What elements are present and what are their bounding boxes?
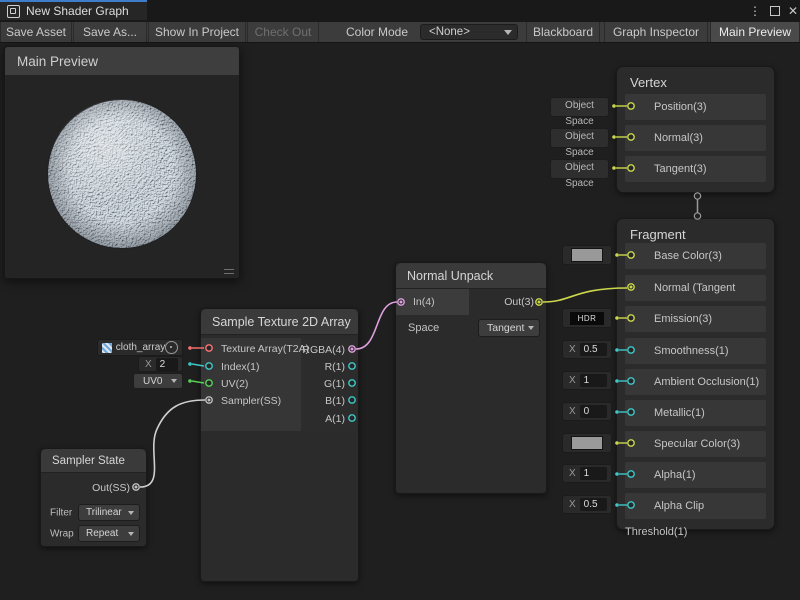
base-color-field[interactable] [562, 245, 612, 265]
input-label: Sampler(SS) [221, 395, 281, 407]
tab-new-shader-graph[interactable]: New Shader Graph [0, 0, 147, 20]
input-label: UV(2) [221, 378, 248, 390]
toolbar: Save Asset Save As... Show In Project Ch… [0, 22, 800, 43]
wrap-dropdown[interactable]: Repeat [78, 525, 140, 542]
filter-dropdown[interactable]: Trilinear [78, 504, 140, 521]
color-swatch[interactable] [571, 436, 603, 450]
node-title: Normal Unpack [396, 263, 546, 289]
uv-channel-dropdown[interactable]: UV0 [133, 373, 183, 389]
resize-grip[interactable] [224, 269, 234, 274]
save-as-button[interactable]: Save As... [73, 22, 147, 42]
texture-array-object-field[interactable]: cloth_array [97, 339, 183, 356]
show-in-project-button[interactable]: Show In Project [148, 22, 246, 42]
edge-out-to-normal[interactable] [543, 288, 627, 302]
chevron-down-icon [504, 30, 512, 35]
fragment-row-ambient-occlusion[interactable]: Ambient Occlusion(1) [625, 369, 766, 395]
chevron-down-icon [528, 326, 534, 330]
color-mode-dropdown[interactable]: <None> [420, 24, 518, 40]
output-label: B(1) [325, 395, 345, 407]
tangent-space-dropdown[interactable]: Object Space [550, 159, 609, 179]
node-title: Sample Texture 2D Array [201, 309, 358, 335]
vertex-row-normal[interactable]: Normal(3) [625, 125, 766, 151]
object-picker-icon[interactable] [165, 341, 178, 354]
vertex-row-tangent[interactable]: Tangent(3) [625, 156, 766, 182]
alpha-field[interactable]: X 1 [562, 464, 612, 483]
shader-graph-icon [7, 5, 20, 18]
color-mode-label: Color Mode [346, 22, 408, 42]
fragment-row-base-color[interactable]: Base Color(3) [625, 243, 766, 269]
ambient-occlusion-field[interactable]: X 1 [562, 371, 612, 390]
texture-asset-icon [102, 343, 112, 353]
stack-link-top [694, 193, 700, 199]
main-preview-panel[interactable]: Main Preview [4, 46, 240, 279]
check-out-button[interactable]: Check Out [247, 22, 319, 42]
output-label: Out(SS) [92, 482, 130, 494]
fragment-row-normal[interactable]: Normal (Tangent Space)(3) [625, 275, 766, 301]
fragment-row-alpha-clip[interactable]: Alpha Clip Threshold(1) [625, 493, 766, 519]
output-label: G(1) [324, 378, 345, 390]
space-dropdown[interactable]: Tangent [478, 319, 540, 337]
filter-label: Filter [50, 508, 72, 519]
edge-samplerstate-to-sampler[interactable] [140, 400, 205, 487]
preview-sphere[interactable] [47, 99, 197, 249]
save-asset-button[interactable]: Save Asset [0, 22, 72, 42]
shader-graph-window: New Shader Graph ⋮ ✕ Save Asset Save As.… [0, 0, 800, 600]
smoothness-field[interactable]: X 0.5 [562, 340, 612, 359]
output-label: A(1) [325, 413, 345, 425]
hdr-badge[interactable]: HDR [570, 312, 604, 325]
chevron-down-icon [128, 511, 134, 515]
index-field[interactable]: X 2 [138, 356, 183, 372]
output-label: Out(3) [504, 296, 534, 308]
input-label: Texture Array(T2A) [221, 343, 309, 355]
emission-color-field[interactable]: HDR [562, 308, 612, 328]
normal-unpack-node[interactable]: Normal Unpack In(4) Out(3) Space Tangent [395, 262, 547, 494]
output-label: RGBA(4) [302, 344, 345, 356]
tab-title: New Shader Graph [26, 4, 129, 18]
panel-title: Main Preview [17, 54, 98, 69]
chevron-down-icon [171, 379, 177, 383]
normal-space-dropdown[interactable]: Object Space [550, 128, 609, 148]
space-label: Space [408, 322, 439, 334]
fragment-row-specular-color[interactable]: Specular Color(3) [625, 431, 766, 457]
wrap-label: Wrap [50, 529, 74, 540]
metallic-field[interactable]: X 0 [562, 402, 612, 421]
sampler-state-node[interactable]: Sampler State Out(SS) Filter Trilinear W… [40, 448, 147, 547]
fragment-row-smoothness[interactable]: Smoothness(1) [625, 338, 766, 364]
chevron-down-icon [128, 532, 134, 536]
node-title: Sampler State [41, 449, 146, 473]
sample-texture-2d-array-node[interactable]: Sample Texture 2D Array Texture Array(T2… [200, 308, 359, 582]
fragment-row-alpha[interactable]: Alpha(1) [625, 462, 766, 488]
color-swatch[interactable] [571, 248, 603, 262]
position-space-dropdown[interactable]: Object Space [550, 97, 609, 117]
alpha-clip-threshold-field[interactable]: X 0.5 [562, 495, 612, 514]
fragment-node[interactable]: Fragment Base Color(3) Normal (Tangent S… [616, 218, 775, 530]
window-menu-icon[interactable]: ⋮ [747, 3, 763, 19]
blackboard-toggle-button[interactable]: Blackboard [526, 22, 600, 42]
graph-inspector-toggle-button[interactable]: Graph Inspector [604, 22, 708, 42]
main-preview-toggle-button[interactable]: Main Preview [710, 22, 800, 42]
maximize-icon[interactable] [767, 3, 783, 19]
specular-color-field[interactable] [562, 433, 612, 453]
input-label: In(4) [413, 296, 435, 308]
fragment-row-emission[interactable]: Emission(3) [625, 306, 766, 332]
edge-rgba-to-in[interactable] [356, 302, 397, 349]
main-preview-header[interactable]: Main Preview [5, 47, 239, 75]
tab-strip: New Shader Graph ⋮ ✕ [0, 0, 800, 22]
node-title: Vertex [617, 67, 774, 96]
vertex-node[interactable]: Vertex Position(3) Normal(3) Tangent(3) [616, 66, 775, 193]
output-label: R(1) [325, 361, 345, 373]
fragment-row-metallic[interactable]: Metallic(1) [625, 400, 766, 426]
input-label: Index(1) [221, 361, 260, 373]
close-icon[interactable]: ✕ [785, 3, 800, 19]
vertex-row-position[interactable]: Position(3) [625, 94, 766, 120]
